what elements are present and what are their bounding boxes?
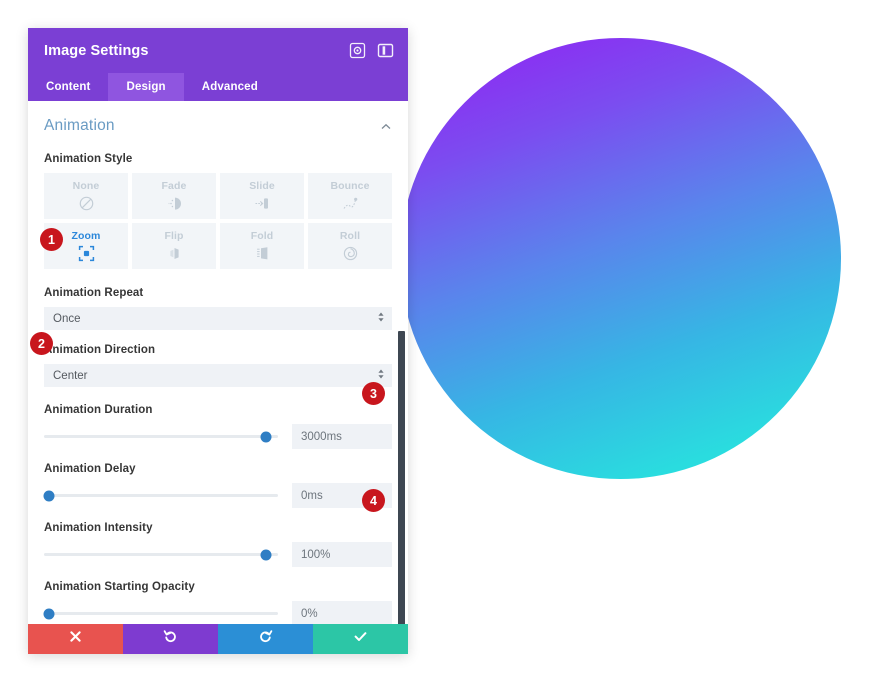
animation-delay-field: Animation Delay 0ms: [43, 463, 392, 508]
animation-repeat-field: Animation Repeat Once: [44, 287, 392, 330]
modal-body: Animation Animation Style None Fade Slid…: [28, 101, 408, 624]
slider-track: [43, 490, 278, 501]
animation-direction-field: Animation Direction Center: [44, 344, 392, 387]
animation-intensity-input[interactable]: 100%: [292, 542, 392, 567]
animation-starting-opacity-label: Animation Starting Opacity: [44, 581, 195, 593]
animation-intensity-field: Animation Intensity 100%: [44, 522, 392, 567]
slider-track: [43, 608, 278, 619]
animation-direction-value: Center: [53, 369, 88, 382]
modal-tabs: Content Design Advanced: [28, 73, 408, 101]
animation-duration-input[interactable]: 3000ms: [292, 424, 392, 449]
animation-starting-opacity-input[interactable]: 0%: [292, 601, 392, 624]
fold-icon: [254, 245, 271, 262]
animation-intensity-label: Animation Intensity: [44, 522, 153, 534]
style-option-none[interactable]: None: [44, 173, 128, 219]
style-option-label: Roll: [339, 230, 361, 242]
checkmark-icon: [353, 629, 368, 649]
tab-content[interactable]: Content: [28, 73, 108, 101]
style-option-label: None: [72, 180, 100, 192]
animation-style-label: Animation Style: [44, 153, 133, 165]
style-option-flip[interactable]: Flip: [132, 223, 216, 269]
animation-style-grid: None Fade Slide Bounce Zoom Flip Fold Ro…: [44, 173, 392, 269]
animation-section-header[interactable]: Animation: [44, 101, 392, 141]
animation-repeat-label: Animation Repeat: [44, 287, 144, 299]
animation-duration-field: Animation Duration 3000ms: [44, 404, 392, 449]
gradient-circle-artwork: [400, 38, 841, 479]
style-option-label: Zoom: [71, 230, 101, 242]
style-option-fade[interactable]: Fade: [132, 173, 216, 219]
slide-arrow-icon: [254, 195, 271, 212]
style-option-fold[interactable]: Fold: [220, 223, 304, 269]
prohibition-icon: [78, 195, 95, 212]
modal-header: Image Settings: [28, 28, 408, 73]
section-title: Animation: [44, 117, 115, 134]
annotation-badge-3: 3: [362, 382, 385, 405]
style-option-label: Slide: [249, 180, 275, 192]
slider-thumb[interactable]: [43, 608, 55, 619]
slider-thumb[interactable]: [260, 549, 272, 560]
tab-advanced[interactable]: Advanced: [184, 73, 276, 101]
page-title: Image Settings: [44, 42, 149, 59]
style-option-label: Bounce: [330, 180, 370, 192]
animation-starting-opacity-field: Animation Starting Opacity 0%: [43, 581, 392, 624]
image-settings-modal: Image Settings Content Design Advanced A…: [28, 28, 408, 654]
slider-track: [44, 549, 278, 560]
target-icon[interactable]: [348, 42, 366, 60]
close-x-icon: [69, 630, 82, 648]
animation-delay-label: Animation Delay: [44, 463, 136, 475]
modal-footer: [28, 624, 408, 654]
annotation-badge-1: 1: [40, 228, 63, 251]
panel-scrollbar[interactable]: [398, 331, 405, 624]
chevron-up-icon[interactable]: [380, 120, 392, 132]
animation-duration-slider[interactable]: [44, 428, 292, 446]
animation-intensity-slider[interactable]: [44, 546, 292, 564]
animation-direction-select[interactable]: Center: [44, 364, 392, 387]
bounce-dots-icon: [342, 195, 359, 212]
slider-track: [44, 431, 278, 442]
zoom-expand-icon: [78, 245, 95, 262]
cancel-button[interactable]: [28, 624, 123, 654]
style-option-label: Flip: [164, 230, 184, 242]
save-button[interactable]: [313, 624, 408, 654]
roll-spiral-icon: [342, 245, 359, 262]
annotation-badge-2: 2: [30, 332, 53, 355]
fade-halfcircle-icon: [166, 195, 183, 212]
select-arrows-icon: [377, 367, 385, 385]
tab-design[interactable]: Design: [108, 73, 184, 101]
animation-starting-opacity-slider[interactable]: [43, 605, 292, 623]
slider-thumb[interactable]: [43, 490, 55, 501]
style-option-label: Fold: [250, 230, 274, 242]
style-option-roll[interactable]: Roll: [308, 223, 392, 269]
animation-duration-label: Animation Duration: [44, 404, 153, 416]
undo-arrow-icon: [163, 629, 178, 649]
style-option-bounce[interactable]: Bounce: [308, 173, 392, 219]
animation-direction-label: Animation Direction: [44, 344, 156, 356]
animation-style-field: Animation Style None Fade Slide Bounce Z…: [44, 153, 392, 269]
animation-repeat-value: Once: [53, 312, 81, 325]
animation-repeat-select[interactable]: Once: [44, 307, 392, 330]
select-arrows-icon: [377, 310, 385, 328]
annotation-badge-4: 4: [362, 489, 385, 512]
style-option-label: Fade: [161, 180, 187, 192]
redo-button[interactable]: [218, 624, 313, 654]
style-option-slide[interactable]: Slide: [220, 173, 304, 219]
undo-button[interactable]: [123, 624, 218, 654]
slider-thumb[interactable]: [260, 431, 272, 442]
animation-delay-slider[interactable]: [43, 487, 292, 505]
panel-layout-icon[interactable]: [376, 42, 394, 60]
redo-arrow-icon: [258, 629, 273, 649]
flip-icon: [166, 245, 183, 262]
